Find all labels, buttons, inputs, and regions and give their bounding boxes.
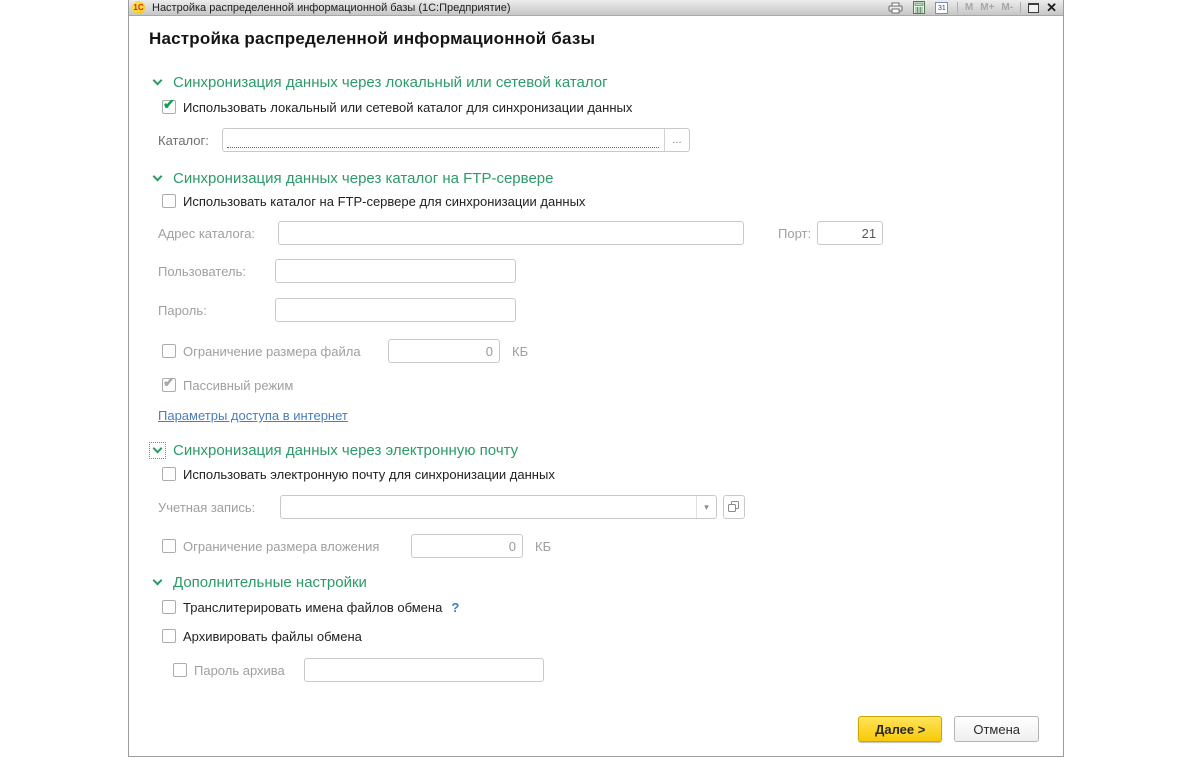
- ftp-passive-row: ✔ Пассивный режим: [162, 374, 1063, 393]
- ftp-user-label: Пользователь:: [158, 263, 246, 279]
- ftp-address-row: Адрес каталога: Порт:: [158, 221, 1063, 245]
- account-dropdown-button[interactable]: ▾: [696, 496, 716, 518]
- section-ftp-header[interactable]: Синхронизация данных через каталог на FT…: [151, 169, 1063, 187]
- use-ftp-row: Использовать каталог на FTP-сервере для …: [162, 193, 1063, 209]
- use-email-label: Использовать электронную почту для синхр…: [183, 466, 555, 482]
- catalog-field-group: ...: [222, 128, 690, 152]
- calendar-icon[interactable]: 31: [934, 1, 950, 14]
- translit-row: Транслитерировать имена файлов обмена ?: [162, 599, 1063, 615]
- catalog-input[interactable]: [223, 129, 664, 151]
- chevron-down-icon[interactable]: [149, 441, 166, 459]
- section-local-title: Синхронизация данных через локальный или…: [173, 73, 608, 91]
- internet-access-params-link[interactable]: Параметры доступа в интернет: [158, 408, 348, 423]
- archive-password-label: Пароль архива: [194, 662, 285, 678]
- archive-label: Архивировать файлы обмена: [183, 628, 362, 644]
- ftp-filesize-limit-checkbox[interactable]: [162, 344, 176, 358]
- dialog-footer: Далее > Отмена: [858, 716, 1039, 742]
- translit-label: Транслитерировать имена файлов обмена: [183, 599, 443, 615]
- ftp-passive-label: Пассивный режим: [183, 377, 294, 393]
- translit-checkbox[interactable]: [162, 600, 176, 614]
- ftp-filesize-limit-label: Ограничение размера файла: [183, 343, 361, 359]
- section-email-title: Синхронизация данных через электронную п…: [173, 441, 519, 459]
- email-account-label: Учетная запись:: [158, 499, 256, 515]
- ftp-passive-checkbox[interactable]: ✔: [162, 374, 176, 392]
- section-extra-header[interactable]: Дополнительные настройки: [151, 573, 1063, 591]
- calculator-icon[interactable]: [911, 1, 927, 14]
- ftp-port-label: Порт:: [778, 225, 812, 241]
- email-attach-limit-label: Ограничение размера вложения: [183, 538, 380, 554]
- ftp-filesize-input[interactable]: [388, 339, 500, 363]
- chevron-down-icon[interactable]: [151, 575, 164, 589]
- ftp-filesize-row: Ограничение размера файла КБ: [162, 339, 1063, 363]
- memory-m-minus-button[interactable]: M-: [1001, 0, 1013, 16]
- titlebar-separator: [1020, 2, 1022, 13]
- email-attach-limit-checkbox[interactable]: [162, 539, 176, 553]
- archive-row: Архивировать файлы обмена: [162, 628, 1063, 644]
- section-email-header[interactable]: Синхронизация данных через электронную п…: [149, 441, 1063, 459]
- page-title: Настройка распределенной информационной …: [149, 29, 596, 48]
- window-title: Настройка распределенной информационной …: [152, 1, 511, 14]
- 1c-logo-icon: 1С: [132, 1, 145, 14]
- browse-button[interactable]: ...: [664, 129, 689, 151]
- archive-password-input[interactable]: [304, 658, 544, 682]
- ftp-address-input[interactable]: [278, 221, 744, 245]
- titlebar: 1С Настройка распределенной информационн…: [129, 0, 1063, 16]
- email-attach-unit: КБ: [535, 538, 552, 554]
- use-local-catalog-checkbox[interactable]: ✔: [162, 96, 176, 114]
- section-extra-title: Дополнительные настройки: [173, 573, 367, 591]
- use-local-catalog-label: Использовать локальный или сетевой катал…: [183, 99, 633, 115]
- catalog-row: Каталог: ...: [158, 128, 1063, 152]
- next-button[interactable]: Далее >: [858, 716, 943, 742]
- ftp-password-row: Пароль:: [158, 298, 1063, 322]
- archive-password-row: Пароль архива: [173, 658, 1063, 682]
- ftp-port-input[interactable]: [817, 221, 884, 245]
- memory-m-plus-button[interactable]: M+: [980, 0, 994, 16]
- ftp-user-input[interactable]: [275, 259, 516, 283]
- chevron-down-icon[interactable]: [151, 75, 164, 89]
- use-local-catalog-row: ✔ Использовать локальный или сетевой кат…: [162, 96, 1063, 115]
- email-attach-input[interactable]: [411, 534, 523, 558]
- email-attach-limit-row: Ограничение размера вложения КБ: [162, 534, 1063, 558]
- use-ftp-checkbox[interactable]: [162, 194, 176, 208]
- titlebar-separator: [956, 2, 958, 13]
- ftp-address-label: Адрес каталога:: [158, 225, 256, 241]
- ftp-password-input[interactable]: [275, 298, 516, 322]
- catalog-label: Каталог:: [158, 132, 209, 148]
- check-icon: ✔: [163, 374, 175, 390]
- email-account-field-group: ▾: [280, 495, 717, 519]
- print-icon[interactable]: [888, 1, 904, 14]
- section-ftp-title: Синхронизация данных через каталог на FT…: [173, 169, 554, 187]
- open-window-icon: [728, 501, 739, 512]
- use-ftp-label: Использовать каталог на FTP-сервере для …: [183, 193, 586, 209]
- archive-password-checkbox[interactable]: [173, 663, 187, 677]
- archive-checkbox[interactable]: [162, 629, 176, 643]
- cancel-button[interactable]: Отмена: [954, 716, 1039, 742]
- ftp-password-label: Пароль:: [158, 302, 207, 318]
- close-button[interactable]: ✕: [1046, 1, 1057, 14]
- ftp-user-row: Пользователь:: [158, 259, 1063, 283]
- use-email-checkbox[interactable]: [162, 467, 176, 481]
- use-email-row: Использовать электронную почту для синхр…: [162, 466, 1063, 482]
- help-icon[interactable]: ?: [451, 600, 459, 615]
- chevron-down-icon[interactable]: [151, 171, 164, 185]
- dialog-window: 1С Настройка распределенной информационн…: [128, 0, 1064, 757]
- check-icon: ✔: [163, 96, 175, 112]
- ftp-filesize-unit: КБ: [512, 343, 529, 359]
- email-account-row: Учетная запись: ▾: [158, 495, 1063, 519]
- maximize-button[interactable]: [1028, 2, 1040, 13]
- account-open-button[interactable]: [723, 495, 745, 519]
- section-local-header[interactable]: Синхронизация данных через локальный или…: [151, 73, 1063, 91]
- email-account-input[interactable]: [281, 496, 696, 518]
- memory-m-button[interactable]: M: [965, 0, 973, 16]
